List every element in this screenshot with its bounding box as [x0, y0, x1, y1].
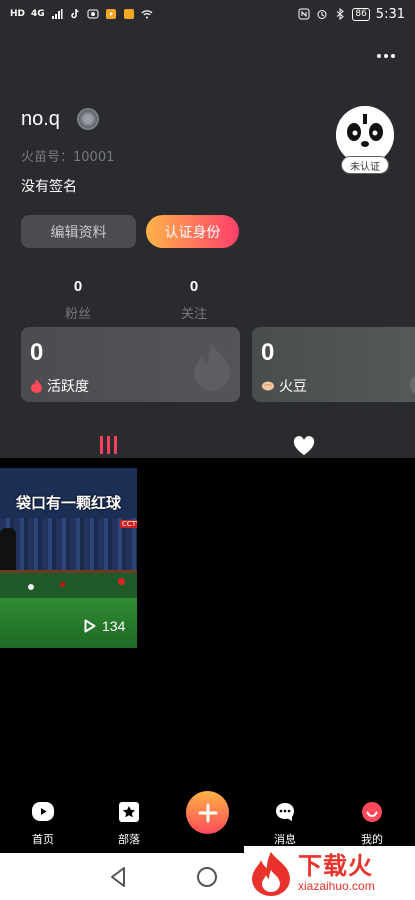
app-icon — [87, 9, 99, 19]
message-icon — [276, 803, 294, 821]
beans-label: 火豆 — [279, 379, 307, 395]
nav-home[interactable]: 首页 — [13, 801, 73, 847]
watermark-url: xiazaihuo.com — [298, 879, 375, 893]
following-stat[interactable]: 0 关注 — [164, 278, 224, 322]
beans-value: 0 — [261, 339, 275, 366]
activity-value: 0 — [30, 339, 44, 366]
verification-status-badge: 未认证 — [341, 156, 389, 174]
video-thumbnail[interactable]: CCTV5 袋口有一颗红球 134 — [0, 468, 137, 648]
signature[interactable]: 没有签名 — [21, 176, 77, 196]
beans-label-row: 火豆 — [261, 376, 307, 396]
broadcaster-logo: CCTV5 — [120, 520, 137, 528]
nav-tribe-label: 部落 — [118, 833, 140, 846]
alarm-icon — [317, 10, 327, 19]
beans-card[interactable]: 0 火豆 — [252, 327, 415, 402]
edit-profile-button[interactable]: 编辑资料 — [21, 215, 136, 248]
heart-icon — [293, 436, 315, 455]
nav-me[interactable]: 我的 — [342, 801, 402, 847]
more-options-button[interactable] — [375, 52, 397, 60]
nav-home-label: 首页 — [32, 833, 54, 846]
nav-messages-label: 消息 — [274, 833, 296, 846]
level-badge-icon[interactable] — [77, 108, 99, 130]
status-bar: HD 4G 86 5:31 — [0, 0, 415, 28]
bean-watermark-icon — [410, 376, 415, 394]
status-right: 86 5:31 — [298, 7, 405, 22]
video-app-icon — [105, 9, 116, 19]
tribe-star-icon — [119, 802, 139, 822]
play-icon — [84, 619, 96, 633]
site-watermark: 下载火 xiazaihuo.com — [244, 846, 415, 900]
battery-icon: 86 — [352, 7, 370, 21]
bean-icon — [262, 381, 274, 391]
back-icon[interactable] — [108, 866, 128, 888]
watermark-text: 下载火 xiazaihuo.com — [298, 853, 375, 893]
tab-likes[interactable] — [293, 436, 315, 460]
crowd-background — [0, 518, 137, 578]
following-count: 0 — [189, 278, 199, 295]
bottom-nav: 首页 部落 消息 我的 — [0, 791, 415, 853]
fans-stat[interactable]: 0 粉丝 — [48, 278, 108, 322]
play-count: 134 — [102, 618, 126, 634]
activity-card[interactable]: 0 活跃度 — [21, 327, 240, 402]
watermark-title: 下载火 — [298, 852, 373, 880]
fans-label: 粉丝 — [64, 307, 91, 322]
nfc-icon — [298, 8, 310, 20]
activity-label: 活跃度 — [47, 379, 89, 395]
home-play-icon — [32, 802, 54, 821]
video-caption: 袋口有一颗红球 — [15, 494, 121, 512]
network-type: 4G — [31, 9, 45, 19]
flame-logo-icon — [252, 852, 290, 896]
hd-icon: HD — [10, 9, 26, 19]
status-left: HD 4G — [10, 8, 153, 20]
profile-header: no.q 火苗号：10001 没有签名 未认证 编辑资料 认证身份 0 粉丝 0… — [0, 28, 415, 458]
verify-identity-button[interactable]: 认证身份 — [146, 215, 239, 248]
nav-tribe[interactable]: 部落 — [99, 801, 159, 847]
signal-icon — [51, 9, 63, 19]
notification-icon — [123, 9, 134, 19]
clock: 5:31 — [375, 6, 405, 22]
tiktok-icon — [70, 8, 79, 19]
wifi-icon — [141, 10, 153, 19]
flame-watermark-icon — [194, 343, 230, 391]
me-smile-icon — [362, 802, 382, 822]
profile-tabs — [0, 428, 415, 464]
cue-ball — [28, 584, 34, 590]
user-id: 火苗号：10001 — [21, 150, 115, 165]
following-label: 关注 — [180, 307, 207, 322]
fans-count: 0 — [73, 278, 83, 295]
red-ball — [60, 582, 65, 587]
plus-icon — [198, 803, 217, 822]
flame-icon — [31, 379, 42, 393]
bluetooth-icon — [337, 8, 345, 20]
play-count-row: 134 — [84, 618, 125, 634]
username: no.q — [21, 108, 60, 130]
create-post-button[interactable] — [186, 791, 229, 834]
red-ball-pocket — [118, 578, 125, 585]
home-circle-icon[interactable] — [197, 867, 217, 887]
nav-me-label: 我的 — [361, 833, 383, 846]
tab-works[interactable] — [100, 436, 117, 454]
activity-label-row: 活跃度 — [30, 376, 89, 396]
nav-messages[interactable]: 消息 — [255, 801, 315, 847]
